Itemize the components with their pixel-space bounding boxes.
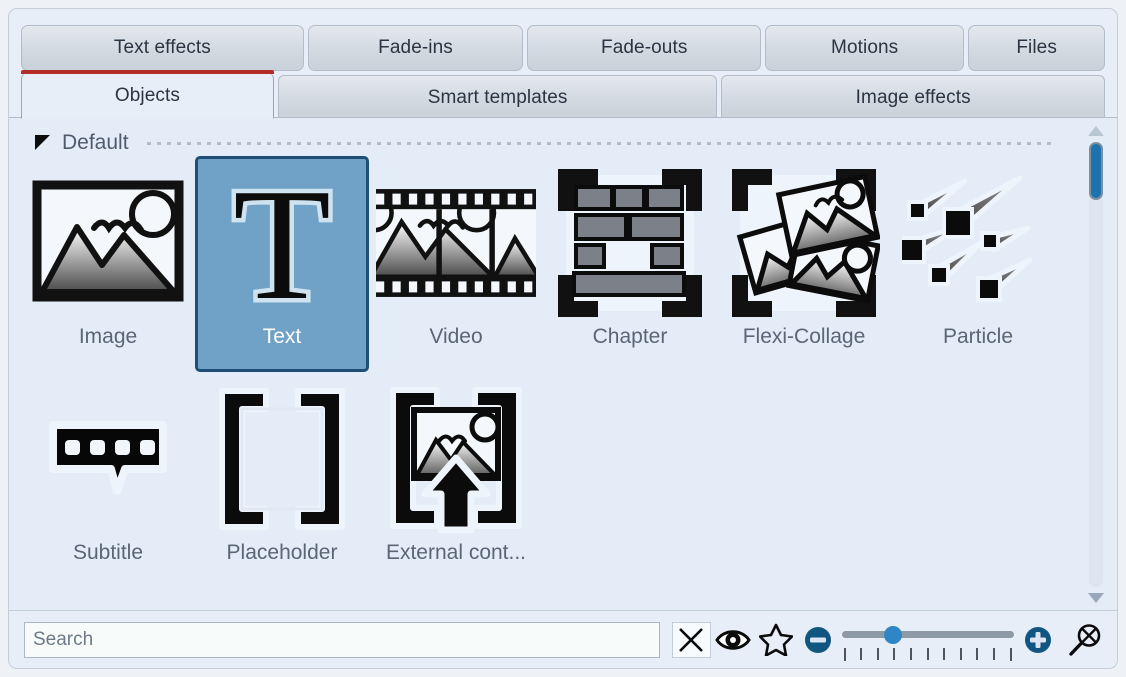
scrollbar-thumb[interactable]	[1089, 142, 1103, 200]
object-item-subtitle[interactable]: Subtitle	[21, 372, 195, 588]
object-item-label: Video	[429, 325, 482, 349]
object-item-label: Particle	[943, 325, 1013, 349]
slider-ticks	[844, 648, 1012, 660]
object-item-image[interactable]: Image	[21, 156, 195, 372]
object-item-label: Subtitle	[73, 541, 143, 565]
object-item-label: Chapter	[593, 325, 668, 349]
tab-label: Smart templates	[428, 87, 568, 109]
close-x-icon	[676, 625, 706, 655]
tab-motions[interactable]: Motions	[765, 25, 964, 71]
object-item-label: Flexi-Collage	[743, 325, 866, 349]
tab-label: Fade-ins	[378, 37, 453, 59]
application-window: Text effects Fade-ins Fade-outs Motions …	[0, 0, 1126, 677]
tab-label: Objects	[115, 85, 180, 107]
image-icon	[28, 163, 188, 323]
object-grid: Image T Text	[21, 156, 1071, 588]
tab-label: Fade-outs	[601, 37, 687, 59]
group-title: Default	[62, 131, 129, 155]
tab-objects[interactable]: Objects	[21, 73, 274, 119]
objects-content-area: Default	[9, 117, 1117, 611]
external-content-icon	[376, 379, 536, 539]
tab-fade-outs[interactable]: Fade-outs	[527, 25, 761, 71]
group-header-default[interactable]: Default	[35, 128, 1057, 158]
video-icon	[376, 163, 536, 323]
object-item-label: Image	[79, 325, 137, 349]
clear-search-button[interactable]	[672, 622, 711, 658]
tab-label: Files	[1016, 37, 1057, 59]
zoom-reset-button[interactable]	[1064, 618, 1107, 662]
text-icon: T	[202, 163, 362, 323]
chapter-icon	[550, 163, 710, 323]
placeholder-icon	[202, 379, 362, 539]
bottom-toolbar	[9, 610, 1117, 668]
tab-bar-secondary: Objects Smart templates Image effects	[9, 71, 1117, 119]
tab-image-effects[interactable]: Image effects	[721, 75, 1105, 119]
triangle-expanded-icon[interactable]	[35, 135, 50, 150]
tab-label: Motions	[831, 37, 898, 59]
search-input[interactable]	[24, 622, 660, 658]
object-item-placeholder[interactable]: Placeholder	[195, 372, 369, 588]
tab-bar-primary: Text effects Fade-ins Fade-outs Motions …	[9, 23, 1117, 71]
object-item-chapter[interactable]: Chapter	[543, 156, 717, 372]
magnifier-reset-icon	[1068, 623, 1102, 657]
svg-text:T: T	[233, 176, 331, 311]
particle-icon	[898, 163, 1058, 323]
object-item-label: Placeholder	[227, 541, 338, 565]
preview-toggle-button[interactable]	[711, 618, 754, 662]
search-field-wrapper	[24, 622, 660, 658]
slider-rail[interactable]	[842, 631, 1014, 638]
object-item-particle[interactable]: Particle	[891, 156, 1065, 372]
plus-circle-icon	[1024, 626, 1052, 654]
minus-circle-icon	[804, 626, 832, 654]
dotted-separator	[147, 142, 1057, 145]
tab-label: Text effects	[114, 37, 211, 59]
object-item-text[interactable]: T Text	[195, 156, 369, 372]
slider-handle[interactable]	[884, 626, 902, 644]
zoom-slider[interactable]	[842, 621, 1014, 659]
object-item-label: External cont...	[386, 541, 526, 565]
flexi-collage-icon	[724, 163, 884, 323]
object-item-external-content[interactable]: External cont...	[369, 372, 543, 588]
zoom-out-button[interactable]	[804, 626, 832, 654]
caret-up-icon[interactable]	[1088, 126, 1104, 136]
favorites-button[interactable]	[754, 618, 797, 662]
object-item-video[interactable]: Video	[369, 156, 543, 372]
subtitle-icon	[28, 379, 188, 539]
scrollbar-track[interactable]	[1089, 142, 1103, 587]
tab-label: Image effects	[856, 87, 971, 109]
tab-fade-ins[interactable]: Fade-ins	[308, 25, 524, 71]
star-icon	[759, 623, 793, 656]
caret-down-icon[interactable]	[1088, 593, 1104, 603]
objects-panel: Text effects Fade-ins Fade-outs Motions …	[8, 8, 1118, 669]
zoom-in-button[interactable]	[1024, 626, 1052, 654]
object-item-flexi-collage[interactable]: Flexi-Collage	[717, 156, 891, 372]
tab-smart-templates[interactable]: Smart templates	[278, 75, 717, 119]
tab-text-effects[interactable]: Text effects	[21, 25, 304, 71]
object-item-label: Text	[263, 325, 302, 349]
zoom-controls	[804, 621, 1052, 659]
content-scrollbar[interactable]	[1083, 122, 1109, 607]
tab-files[interactable]: Files	[968, 25, 1105, 71]
eye-icon	[715, 627, 751, 653]
